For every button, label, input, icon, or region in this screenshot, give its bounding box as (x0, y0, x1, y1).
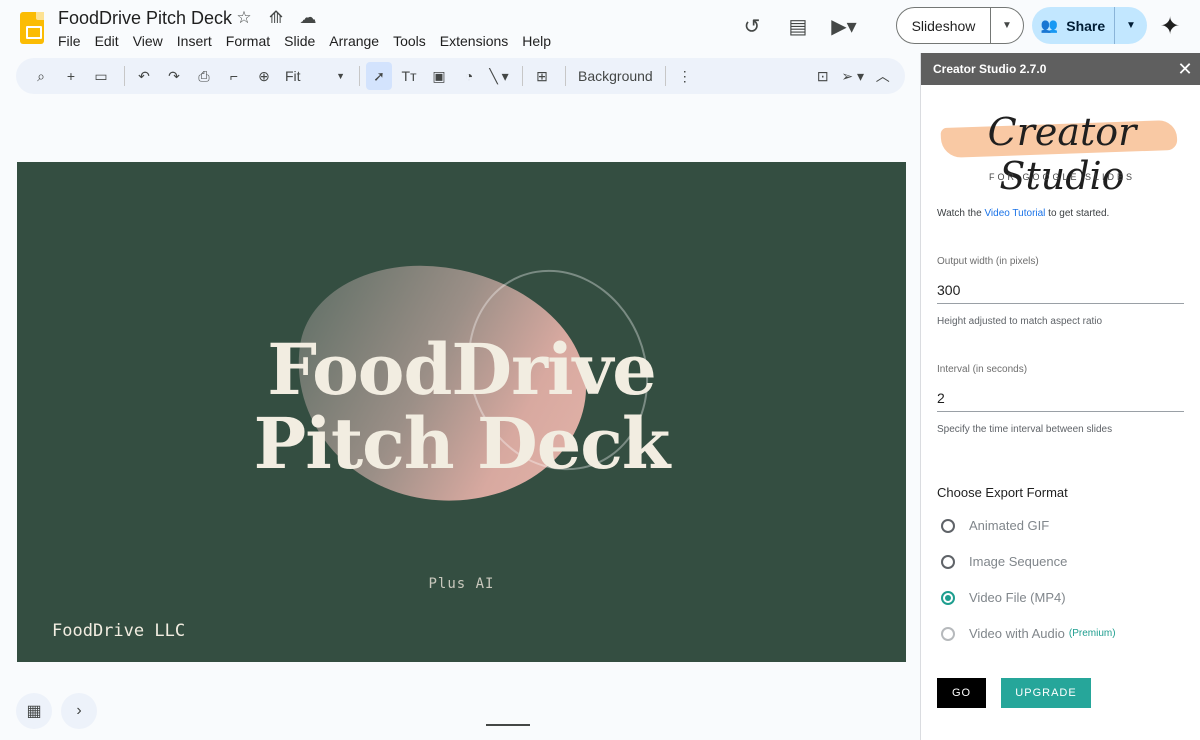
menu-slide[interactable]: Slide (277, 31, 322, 51)
shape-icon[interactable]: ◔ (456, 62, 482, 90)
add-comment-icon[interactable]: ⊞ (529, 62, 555, 90)
output-width-label: Output width (in pixels) (937, 256, 1039, 267)
share-button[interactable]: 👥 Share (1032, 7, 1115, 44)
toolbar-divider (565, 66, 566, 86)
zoom-select[interactable]: Fit ▼ (281, 62, 349, 90)
format-option-gif[interactable]: Animated GIF (941, 518, 1049, 533)
print-icon[interactable]: ⎙ (191, 62, 217, 90)
people-icon: 👥 (1040, 17, 1059, 33)
menu-insert[interactable]: Insert (170, 31, 219, 51)
insert-image-ai-icon[interactable]: ⊡ (810, 62, 836, 90)
slide-subtitle[interactable]: Plus AI (17, 576, 906, 592)
upgrade-button[interactable]: UPGRADE (1001, 678, 1091, 708)
move-to-drive-icon[interactable]: ⟰ (266, 8, 286, 28)
radio-button[interactable] (941, 554, 955, 569)
menu-arrange[interactable]: Arrange (322, 31, 386, 51)
insert-image-icon[interactable]: ▣ (426, 62, 452, 90)
export-format-heading: Choose Export Format (937, 485, 1068, 500)
slideshow-button[interactable]: Slideshow (897, 8, 991, 43)
logo-tagline: FOR GOOGLE SLIDES (988, 172, 1136, 182)
slide-title-line1[interactable]: FoodDrive (17, 334, 906, 406)
version-history-icon[interactable]: ↺ (738, 12, 766, 40)
expand-filmstrip-icon[interactable]: › (61, 693, 97, 729)
slide-title-line2[interactable]: Pitch Deck (17, 408, 906, 480)
premium-badge: (Premium) (1068, 628, 1116, 639)
collapse-toolbar-icon[interactable]: ︿ (870, 62, 896, 90)
radio-button[interactable] (941, 518, 955, 533)
close-icon[interactable]: ✕ (1170, 59, 1200, 80)
document-title[interactable]: FoodDrive Pitch Deck (58, 8, 232, 29)
format-option-video-audio[interactable]: Video with Audio (Premium) (941, 626, 1116, 641)
share-button-group: 👥 Share ▼ (1032, 7, 1147, 44)
slideshow-dropdown-icon[interactable]: ▼ (991, 8, 1023, 43)
background-button[interactable]: Background (572, 68, 659, 84)
line-icon[interactable]: ╲ ▾ (486, 62, 512, 90)
interval-label: Interval (in seconds) (937, 364, 1028, 375)
toolbar-divider (359, 66, 360, 86)
pen-tool-icon[interactable]: ➢ ▾ (840, 62, 866, 90)
intro-text: Watch the Video Tutorial to get started. (937, 208, 1110, 219)
logo-name: Creator Studio (987, 110, 1137, 198)
cloud-status-icon[interactable]: ☁ (298, 8, 318, 28)
undo-icon[interactable]: ↶ (131, 62, 157, 90)
menu-bar: File Edit View Insert Format Slide Arran… (51, 31, 558, 51)
select-cursor-icon[interactable]: ➚ (366, 62, 392, 90)
toolbar: ⌕ + ▭ ↶ ↷ ⎙ ⌐ ⊕ Fit ▼ ➚ Tт ▣ ◔ ╲ ▾ ⊞ Bac… (16, 58, 905, 94)
chevron-down-icon: ▼ (336, 71, 345, 81)
menu-edit[interactable]: Edit (88, 31, 126, 51)
zoom-value: Fit (285, 68, 301, 84)
menu-file[interactable]: File (51, 31, 88, 51)
format-option-mp4[interactable]: Video File (MP4) (941, 590, 1066, 605)
star-icon[interactable]: ☆ (234, 8, 254, 28)
share-label: Share (1066, 17, 1106, 34)
slideshow-button-group: Slideshow ▼ (896, 7, 1024, 44)
interval-input[interactable]: 2 (937, 384, 1184, 412)
share-dropdown-icon[interactable]: ▼ (1115, 7, 1147, 44)
menu-format[interactable]: Format (219, 31, 277, 51)
slide-canvas[interactable]: FoodDrive Pitch Deck Plus AI FoodDrive L… (17, 162, 906, 662)
radio-button-checked[interactable] (941, 590, 955, 605)
panel-title: Creator Studio 2.7.0 (933, 62, 1047, 76)
meet-video-icon[interactable]: ▶▾ (830, 12, 858, 40)
panel-header: Creator Studio 2.7.0 ✕ (921, 53, 1200, 85)
layout-icon[interactable]: ▭ (88, 62, 114, 90)
toolbar-divider (522, 66, 523, 86)
redo-icon[interactable]: ↷ (161, 62, 187, 90)
gemini-sparkle-icon[interactable]: ✦ (1160, 12, 1180, 41)
toolbar-divider (664, 66, 666, 86)
paint-format-icon[interactable]: ⌐ (221, 62, 247, 90)
comments-icon[interactable]: ▤ (784, 12, 812, 40)
menu-view[interactable]: View (126, 31, 170, 51)
output-width-hint: Height adjusted to match aspect ratio (937, 316, 1103, 327)
grid-view-icon[interactable]: ▦ (16, 693, 52, 729)
more-options-icon[interactable]: ⋮ (672, 62, 698, 90)
speaker-notes-drag-handle[interactable] (486, 724, 530, 726)
toolbar-divider (124, 66, 125, 86)
interval-hint: Specify the time interval between slides (937, 424, 1113, 435)
output-width-input[interactable]: 300 (937, 276, 1184, 304)
new-slide-icon[interactable]: + (58, 62, 84, 90)
creator-studio-logo: Creator Studio FOR GOOGLE SLIDES (937, 108, 1187, 198)
creator-studio-panel: Creator Studio 2.7.0 ✕ Creator Studio FO… (920, 53, 1200, 740)
video-tutorial-link[interactable]: Video Tutorial (984, 208, 1045, 219)
text-box-icon[interactable]: Tт (396, 62, 422, 90)
radio-button-disabled[interactable] (941, 626, 955, 641)
slides-logo-icon[interactable] (20, 12, 44, 44)
menu-extensions[interactable]: Extensions (433, 31, 515, 51)
search-menus-icon[interactable]: ⌕ (28, 62, 54, 90)
menu-tools[interactable]: Tools (386, 31, 433, 51)
format-option-image-sequence[interactable]: Image Sequence (941, 554, 1067, 569)
slide-company-name[interactable]: FoodDrive LLC (52, 621, 185, 641)
menu-help[interactable]: Help (515, 31, 558, 51)
zoom-icon[interactable]: ⊕ (251, 62, 277, 90)
go-button[interactable]: GO (937, 678, 986, 708)
